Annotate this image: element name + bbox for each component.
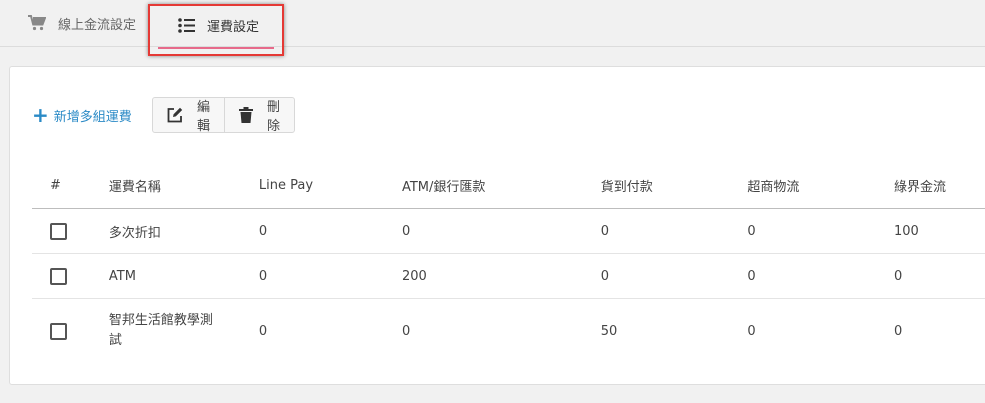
cell-ecpay: 0: [894, 253, 985, 299]
tab-bar: 線上金流設定 運費設定: [0, 0, 985, 56]
col-header-linepay: Line Pay: [258, 163, 402, 209]
cell-cvs: 0: [747, 208, 894, 254]
toolbar: + 新增多組運費 編輯 刪除: [32, 97, 296, 134]
tab-shipping-settings[interactable]: 運費設定: [148, 4, 284, 56]
cell-linepay: 0: [258, 323, 268, 339]
edit-button[interactable]: 編輯: [153, 98, 224, 134]
delete-label: 刪除: [267, 100, 281, 134]
tab-online-payment[interactable]: 線上金流設定: [28, 0, 136, 46]
cell-atm: 0: [401, 323, 411, 339]
table-row: 智邦生活館教學測試 0 0 50 0 0: [32, 299, 985, 364]
row-checkbox[interactable]: [50, 322, 67, 340]
cell-linepay: 0: [258, 253, 402, 299]
table-row: 多次折扣 0 0 0 0 100: [32, 208, 985, 254]
col-header-index: #: [32, 163, 109, 209]
cell-cvs: 0: [747, 253, 894, 299]
add-shipping-button[interactable]: + 新增多組運費: [32, 103, 132, 127]
tab-label: 線上金流設定: [58, 17, 137, 33]
cell-cod: 0: [600, 253, 748, 299]
cell-name: ATM: [108, 253, 259, 299]
shipping-table: # 運費名稱 Line Pay ATM/銀行匯款 貨到付款 超商物流 綠界金流 …: [32, 163, 985, 363]
active-tab-indicator: [158, 47, 274, 49]
cart-icon: [28, 15, 46, 31]
cell-name: 多次折扣: [108, 208, 259, 254]
cell-cvs: 0: [747, 323, 756, 339]
table-row: ATM 0 200 0 0 0: [32, 253, 985, 299]
tab-label: 運費設定: [207, 20, 260, 35]
list-icon: [178, 18, 195, 33]
row-checkbox[interactable]: [50, 222, 67, 240]
table-header-row: # 運費名稱 Line Pay ATM/銀行匯款 貨到付款 超商物流 綠界金流: [32, 163, 985, 209]
edit-icon: [167, 107, 183, 123]
add-shipping-label: 新增多組運費: [53, 109, 132, 125]
plus-icon: +: [32, 103, 49, 127]
action-button-group: 編輯 刪除: [152, 97, 296, 134]
row-checkbox[interactable]: [50, 267, 67, 285]
col-header-ecpay: 綠界金流: [894, 163, 985, 209]
col-header-cvs: 超商物流: [747, 163, 894, 209]
cell-name: 智邦生活館教學測試: [108, 313, 213, 348]
cell-atm: 0: [401, 208, 601, 254]
cell-cod: 0: [600, 208, 748, 254]
delete-button[interactable]: 刪除: [224, 98, 294, 134]
col-header-cod: 貨到付款: [600, 163, 748, 209]
edit-label: 編輯: [197, 100, 211, 134]
cell-ecpay: 100: [894, 208, 985, 254]
cell-cod: 50: [600, 323, 618, 339]
col-header-atm: ATM/銀行匯款: [401, 163, 601, 209]
col-header-name: 運費名稱: [108, 163, 259, 209]
cell-ecpay: 0: [894, 323, 903, 339]
cell-atm: 200: [401, 253, 601, 299]
shipping-card: + 新增多組運費 編輯 刪除 # 運費名稱 Line Pay ATM/銀行匯款 …: [9, 66, 985, 385]
cell-linepay: 0: [258, 208, 402, 254]
trash-icon: [239, 107, 254, 123]
